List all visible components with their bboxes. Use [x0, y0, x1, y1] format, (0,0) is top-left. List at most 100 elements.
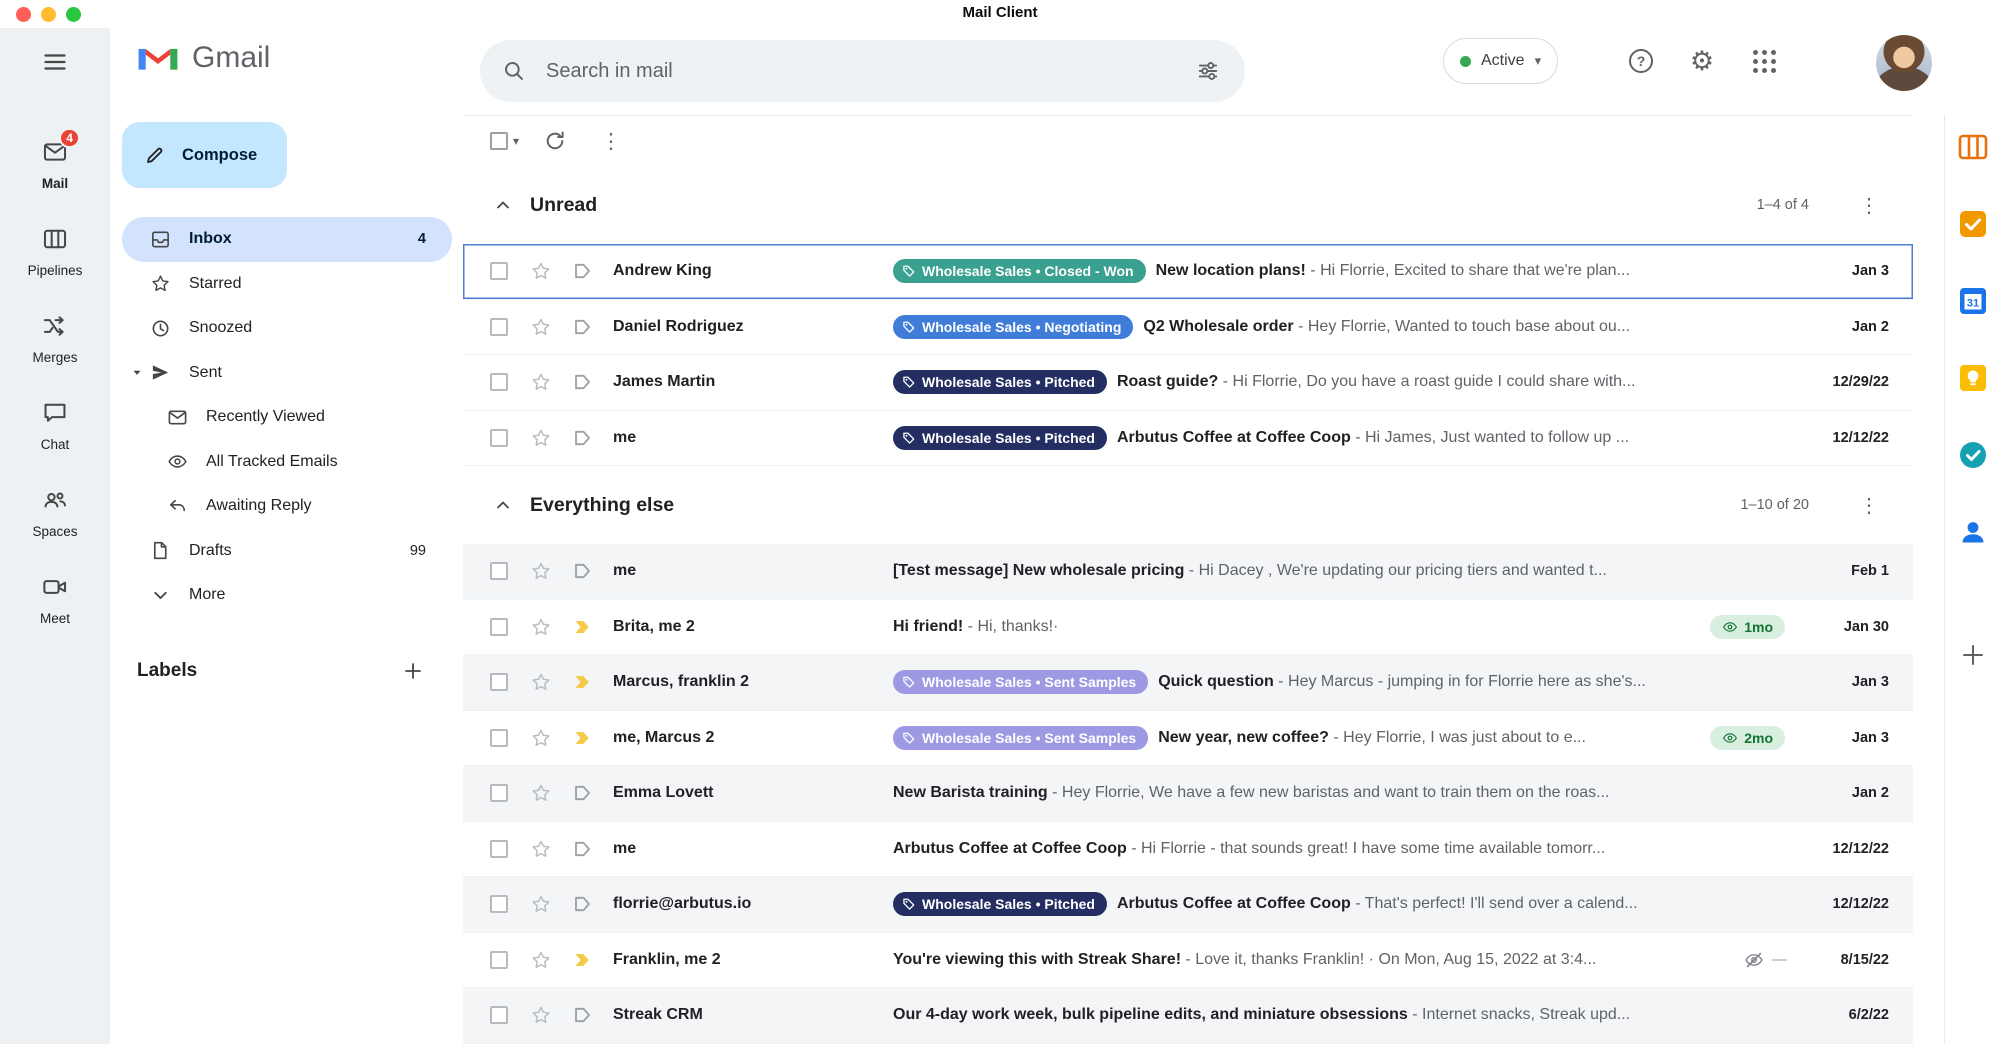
keep-icon[interactable]: [1955, 360, 1991, 396]
streak-pipeline-icon[interactable]: [572, 1004, 594, 1026]
rail-item-mail[interactable]: 4Mail: [34, 137, 76, 191]
sidebar-item-drafts[interactable]: Drafts99: [122, 529, 452, 574]
settings-gear-icon[interactable]: ⚙: [1680, 39, 1724, 83]
star-icon[interactable]: [530, 616, 552, 638]
star-icon[interactable]: [530, 671, 552, 693]
streak-pipeline-icon[interactable]: [572, 371, 594, 393]
add-label-icon[interactable]: [396, 654, 430, 688]
importance-marker-icon[interactable]: [572, 727, 594, 749]
view-tracking-badge[interactable]: 2mo: [1710, 726, 1785, 750]
rail-item-meet[interactable]: Meet: [34, 572, 76, 626]
rail-item-chat[interactable]: Chat: [34, 398, 76, 452]
star-icon[interactable]: [530, 371, 552, 393]
star-icon[interactable]: [530, 427, 552, 449]
star-icon[interactable]: [530, 316, 552, 338]
row-checkbox[interactable]: [490, 951, 508, 969]
star-icon[interactable]: [530, 1004, 552, 1026]
sidebar-item-inbox[interactable]: Inbox4: [122, 217, 452, 262]
collapse-icon[interactable]: [130, 366, 144, 380]
pipeline-stage-badge[interactable]: Wholesale Sales • Pitched: [893, 426, 1107, 450]
sidebar-item-snoozed[interactable]: Snoozed: [122, 306, 452, 351]
rail-item-merges[interactable]: Merges: [32, 311, 77, 365]
pipeline-stage-badge[interactable]: Wholesale Sales • Negotiating: [893, 315, 1133, 339]
section-more-icon[interactable]: ⋮: [1851, 187, 1887, 223]
collapse-section-icon[interactable]: [488, 490, 518, 520]
importance-marker-icon[interactable]: [572, 949, 594, 971]
streak-pipeline-icon[interactable]: [572, 838, 594, 860]
email-row[interactable]: Daniel RodriguezWholesale Sales • Negoti…: [463, 300, 1913, 356]
row-checkbox[interactable]: [490, 373, 508, 391]
section-more-icon[interactable]: ⋮: [1851, 487, 1887, 523]
collapse-section-icon[interactable]: [488, 190, 518, 220]
pipeline-stage-badge[interactable]: Wholesale Sales • Sent Samples: [893, 670, 1148, 694]
row-checkbox[interactable]: [490, 673, 508, 691]
apps-grid-icon[interactable]: [1742, 39, 1786, 83]
email-row[interactable]: meArbutus Coffee at Coffee Coop - Hi Flo…: [463, 822, 1913, 878]
star-icon[interactable]: [530, 838, 552, 860]
email-row[interactable]: me, Marcus 2Wholesale Sales • Sent Sampl…: [463, 711, 1913, 767]
importance-marker-icon[interactable]: [572, 671, 594, 693]
compose-button[interactable]: Compose: [122, 122, 287, 188]
pipeline-stage-badge[interactable]: Wholesale Sales • Pitched: [893, 370, 1107, 394]
streak-pipeline-icon[interactable]: [572, 560, 594, 582]
main-menu-icon[interactable]: [33, 40, 77, 84]
pipeline-stage-badge[interactable]: Wholesale Sales • Closed - Won: [893, 259, 1146, 283]
select-all-checkbox[interactable]: ▾: [490, 132, 519, 150]
star-icon[interactable]: [530, 893, 552, 915]
row-checkbox[interactable]: [490, 840, 508, 858]
streak-pipeline-icon[interactable]: [572, 893, 594, 915]
sidebar-item-all-tracked-emails[interactable]: All Tracked Emails: [122, 440, 452, 485]
row-checkbox[interactable]: [490, 318, 508, 336]
pipeline-stage-badge[interactable]: Wholesale Sales • Pitched: [893, 892, 1107, 916]
contacts-icon[interactable]: [1955, 514, 1991, 550]
sidebar-item-sent[interactable]: Sent: [122, 351, 452, 396]
star-icon[interactable]: [530, 560, 552, 582]
status-dropdown[interactable]: Active ▾: [1443, 38, 1558, 84]
close-button[interactable]: [16, 7, 31, 22]
account-avatar[interactable]: [1876, 35, 1932, 91]
row-checkbox[interactable]: [490, 784, 508, 802]
refresh-icon[interactable]: [535, 121, 575, 161]
email-row[interactable]: Brita, me 2Hi friend! - Hi, thanks!·1moJ…: [463, 600, 1913, 656]
star-icon[interactable]: [530, 727, 552, 749]
email-row[interactable]: me[Test message] New wholesale pricing -…: [463, 544, 1913, 600]
sidebar-item-recently-viewed[interactable]: Recently Viewed: [122, 395, 452, 440]
streak-pipeline-icon[interactable]: [572, 260, 594, 282]
pipeline-stage-badge[interactable]: Wholesale Sales • Sent Samples: [893, 726, 1148, 750]
sidebar-item-starred[interactable]: Starred: [122, 262, 452, 307]
streak-pipeline-icon[interactable]: [572, 316, 594, 338]
row-checkbox[interactable]: [490, 429, 508, 447]
zoom-button[interactable]: [66, 7, 81, 22]
star-icon[interactable]: [530, 949, 552, 971]
view-tracking-badge[interactable]: 1mo: [1710, 615, 1785, 639]
search-bar[interactable]: Search in mail: [480, 40, 1245, 102]
search-input[interactable]: Search in mail: [546, 60, 1185, 83]
importance-marker-icon[interactable]: [572, 616, 594, 638]
more-options-icon[interactable]: ⋮: [591, 121, 631, 161]
streak-pipeline-icon[interactable]: [572, 427, 594, 449]
star-icon[interactable]: [530, 260, 552, 282]
search-options-icon[interactable]: [1185, 48, 1231, 94]
email-row[interactable]: meWholesale Sales • PitchedArbutus Coffe…: [463, 411, 1913, 467]
email-row[interactable]: Franklin, me 2You're viewing this with S…: [463, 933, 1913, 989]
email-row[interactable]: Streak CRMOur 4-day work week, bulk pipe…: [463, 988, 1913, 1044]
row-checkbox[interactable]: [490, 262, 508, 280]
email-row[interactable]: Marcus, franklin 2Wholesale Sales • Sent…: [463, 655, 1913, 711]
row-checkbox[interactable]: [490, 729, 508, 747]
rail-item-spaces[interactable]: Spaces: [32, 485, 77, 539]
chevron-down-icon[interactable]: ▾: [513, 134, 519, 148]
email-row[interactable]: florrie@arbutus.ioWholesale Sales • Pitc…: [463, 877, 1913, 933]
sidebar-item-awaiting-reply[interactable]: Awaiting Reply: [122, 484, 452, 529]
get-addons-icon[interactable]: [1955, 637, 1991, 673]
tasks-icon[interactable]: [1955, 437, 1991, 473]
minimize-button[interactable]: [41, 7, 56, 22]
streak-addon-icon[interactable]: [1955, 129, 1991, 165]
tasks-check-addon-icon[interactable]: [1955, 206, 1991, 242]
star-icon[interactable]: [530, 782, 552, 804]
email-row[interactable]: James MartinWholesale Sales • PitchedRoa…: [463, 355, 1913, 411]
row-checkbox[interactable]: [490, 618, 508, 636]
email-row[interactable]: Emma LovettNew Barista training - Hey Fl…: [463, 766, 1913, 822]
row-checkbox[interactable]: [490, 562, 508, 580]
row-checkbox[interactable]: [490, 1006, 508, 1024]
rail-item-pipelines[interactable]: Pipelines: [28, 224, 83, 278]
